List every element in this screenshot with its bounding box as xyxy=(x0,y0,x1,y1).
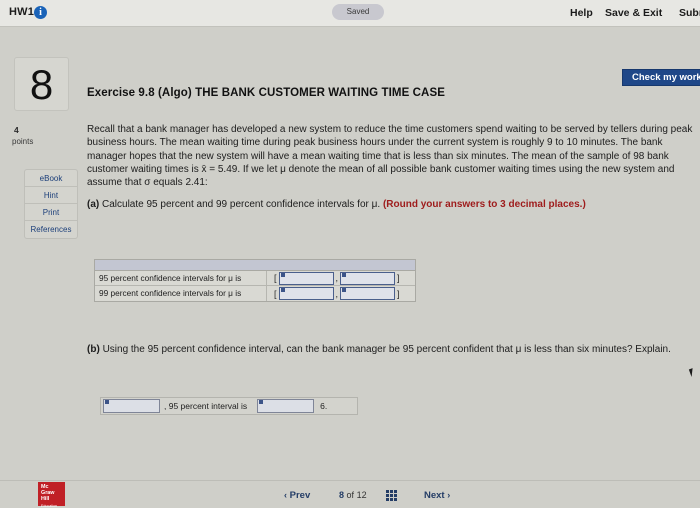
help-link[interactable]: Help xyxy=(570,7,593,19)
exercise-number: 8 xyxy=(29,61,54,108)
part-b-answer-row: , 95 percent interval is 6. xyxy=(100,397,359,415)
mouse-cursor-icon xyxy=(688,367,699,377)
part-a-prompt: (a) Calculate 95 percent and 99 percent … xyxy=(87,199,586,210)
table-header-bar xyxy=(95,260,415,271)
status-badge: Saved xyxy=(332,4,384,20)
next-label: Next xyxy=(424,490,445,501)
next-button[interactable]: Next › xyxy=(424,490,450,501)
row-label-99: 99 percent confidence intervals for μ is xyxy=(95,286,267,301)
page-title: Exercise 9.8 (Algo) THE BANK CUSTOMER WA… xyxy=(87,87,446,99)
chevron-right-icon: › xyxy=(447,490,451,500)
part-a-label: (a) xyxy=(87,199,100,210)
part-a-text: Calculate 95 percent and 99 percent conf… xyxy=(102,199,381,210)
points-label: points xyxy=(12,137,34,146)
ci95-lower-input[interactable] xyxy=(278,271,334,285)
grid-view-icon[interactable] xyxy=(386,490,397,501)
of-label: of xyxy=(346,490,355,500)
row-inputs-95: [ , ] xyxy=(267,271,415,285)
close-bracket: ] xyxy=(397,273,400,283)
caret-icon xyxy=(342,288,347,292)
part-b-text: Using the 95 percent confidence interval… xyxy=(102,344,671,355)
ci99-upper-input[interactable] xyxy=(340,287,396,300)
caret-icon xyxy=(280,288,285,292)
page-indicator: 8 of 12 xyxy=(339,490,367,500)
logo-line-4: Education xyxy=(41,503,57,508)
close-bracket: ] xyxy=(397,288,400,299)
assignment-label: HW1 xyxy=(9,6,35,18)
chevron-left-icon: ‹ xyxy=(284,490,287,500)
row-inputs-99: [ , ] xyxy=(267,287,415,300)
part-b-prompt: (b) Using the 95 percent confidence inte… xyxy=(87,344,671,355)
print-button[interactable]: Print xyxy=(25,204,77,221)
current-page: 8 xyxy=(339,490,345,500)
exercise-body-text: Recall that a bank manager has developed… xyxy=(87,124,693,189)
part-b-first-input[interactable] xyxy=(103,399,160,413)
tool-button-group: eBook Hint Print References xyxy=(24,169,78,239)
part-b-middle-text: , 95 percent interval is xyxy=(164,401,248,411)
ci95-upper-input[interactable] xyxy=(340,271,396,285)
submit-link[interactable]: Subm xyxy=(679,7,700,19)
exercise-number-card: 8 xyxy=(14,57,69,111)
total-pages: 12 xyxy=(356,490,367,500)
table-row: 95 percent confidence intervals for μ is… xyxy=(95,270,415,286)
assignment-screen: HW1 i Saved Help Save & Exit Subm Check … xyxy=(0,0,700,508)
row-label-95: 95 percent confidence intervals for μ is xyxy=(95,270,267,286)
prev-label: Prev xyxy=(289,490,311,501)
points-value: 4 xyxy=(14,125,19,135)
mcgraw-hill-logo: Mc Graw Hill Education xyxy=(38,482,65,508)
ebook-button[interactable]: eBook xyxy=(25,170,77,187)
info-icon[interactable]: i xyxy=(34,6,47,19)
confidence-interval-table: 95 percent confidence intervals for μ is… xyxy=(94,259,416,302)
caret-icon xyxy=(105,400,109,404)
exercise-sheet: Check my work 8 4 points eBook Hint Prin… xyxy=(0,27,700,480)
prev-button[interactable]: ‹ Prev xyxy=(284,490,310,501)
part-a-rounding-hint: (Round your answers to 3 decimal places.… xyxy=(382,199,586,210)
caret-icon xyxy=(280,272,285,277)
part-b-second-input[interactable] xyxy=(257,399,315,413)
check-my-work-button[interactable]: Check my work xyxy=(622,69,700,86)
caret-icon xyxy=(342,272,347,277)
hint-button[interactable]: Hint xyxy=(25,187,77,204)
save-and-exit-link[interactable]: Save & Exit xyxy=(605,7,662,19)
ci99-lower-input[interactable] xyxy=(278,287,334,300)
table-row: 99 percent confidence intervals for μ is… xyxy=(95,286,415,301)
part-b-tail-text: 6. xyxy=(320,401,328,411)
top-bar: HW1 i Saved Help Save & Exit Subm xyxy=(0,0,700,27)
part-b-label: (b) xyxy=(87,344,100,355)
references-button[interactable]: References xyxy=(25,221,77,238)
caret-icon xyxy=(259,400,264,404)
